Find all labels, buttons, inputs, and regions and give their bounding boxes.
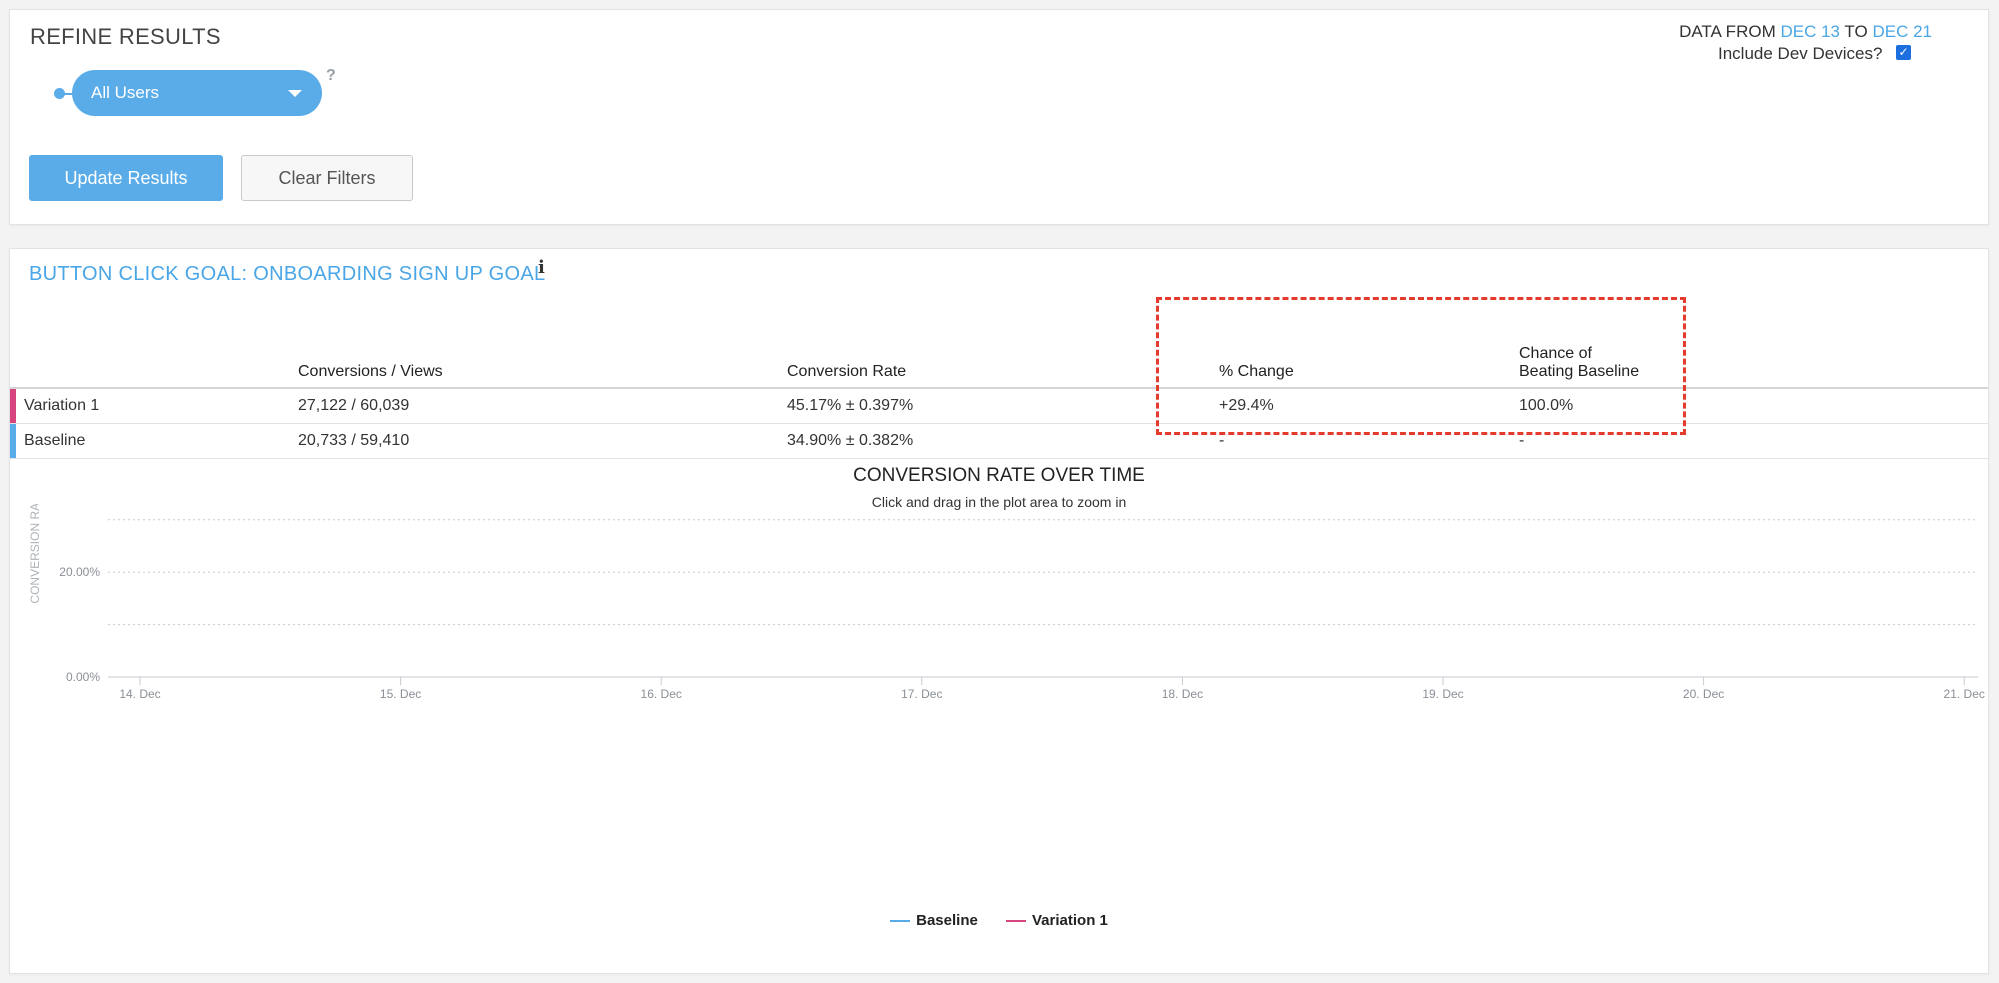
audience-dropdown[interactable]: All Users [72, 70, 322, 116]
goal-title: BUTTON CLICK GOAL: ONBOARDING SIGN UP GO… [29, 263, 546, 285]
conversions-cell: 20,733 / 59,410 [298, 432, 410, 449]
legend-label-baseline: Baseline [916, 912, 978, 929]
legend-line-variation [1006, 920, 1026, 923]
table-row: Variation 1 27,122 / 60,039 45.17% ± 0.3… [10, 388, 1988, 424]
y-tick-label: 0.00% [66, 670, 100, 684]
y-axis-label: CONVERSION RATE [28, 504, 42, 604]
x-tick-label: 17. Dec [901, 687, 942, 701]
variation-name: Baseline [24, 432, 86, 449]
date-to-link[interactable]: DEC 21 [1872, 22, 1932, 41]
x-tick-label: 15. Dec [380, 687, 421, 701]
date-from-link[interactable]: DEC 13 [1780, 22, 1840, 41]
variation-color-swatch [10, 389, 16, 423]
x-tick-label: 19. Dec [1422, 687, 1463, 701]
data-from-label: DATA FROM [1679, 22, 1776, 41]
y-tick-label: 20.00% [59, 565, 100, 579]
rate-cell: 45.17% ± 0.397% [787, 397, 914, 414]
include-dev-label: Include Dev Devices? [1718, 44, 1883, 63]
filter-node-dot [54, 88, 65, 99]
include-dev-checkbox[interactable]: ✓ [1896, 45, 1911, 60]
conversions-column-header: Conversions / Views [298, 363, 443, 380]
update-results-button[interactable]: Update Results [29, 155, 223, 201]
x-tick-label: 21. Dec [1944, 687, 1985, 701]
x-tick-label: 14. Dec [119, 687, 160, 701]
info-icon[interactable]: i [538, 257, 545, 278]
x-tick-label: 18. Dec [1162, 687, 1203, 701]
legend-item-baseline[interactable]: Baseline [890, 912, 978, 929]
goal-results-panel: BUTTON CLICK GOAL: ONBOARDING SIGN UP GO… [9, 248, 1989, 974]
chart-title: CONVERSION RATE OVER TIME [853, 465, 1145, 486]
variation-name-cell: Baseline [10, 424, 298, 459]
help-icon[interactable]: ? [326, 67, 336, 85]
variation-color-swatch [10, 424, 16, 458]
audience-filter: All Users ? [50, 67, 350, 116]
legend-line-baseline [890, 920, 911, 923]
date-range: DATA FROM DEC 13 TO DEC 21 [1679, 22, 1932, 42]
refine-results-title: REFINE RESULTS [30, 24, 221, 49]
legend-label-variation: Variation 1 [1032, 912, 1108, 929]
variation-column-header [10, 329, 298, 388]
variation-name-cell: Variation 1 [10, 388, 298, 424]
audience-dropdown-value: All Users [91, 83, 160, 102]
conversion-rate-chart[interactable]: 0.00%20.00%40.00%CONVERSION RATE14. Dec1… [10, 504, 1988, 904]
rate-column-header: Conversion Rate [787, 363, 907, 380]
conversions-cell: 27,122 / 60,039 [298, 397, 410, 414]
results-table-header: Conversions / Views Conversion Rate % Ch… [10, 329, 1988, 388]
table-row: Baseline 20,733 / 59,410 34.90% ± 0.382%… [10, 424, 1988, 459]
chevron-down-icon [288, 90, 302, 97]
to-label: TO [1844, 22, 1868, 41]
rate-cell: 34.90% ± 0.382% [787, 432, 914, 449]
x-tick-label: 20. Dec [1683, 687, 1724, 701]
clear-filters-button[interactable]: Clear Filters [241, 155, 413, 201]
x-tick-label: 16. Dec [641, 687, 682, 701]
variation-name: Variation 1 [24, 397, 100, 414]
highlight-annotation-box [1156, 297, 1686, 435]
legend-item-variation[interactable]: Variation 1 [1006, 912, 1108, 929]
refine-results-panel: REFINE RESULTS All Users ? Update Result… [9, 9, 1989, 225]
chart-legend: Baseline Variation 1 [10, 912, 1988, 929]
results-table: Conversions / Views Conversion Rate % Ch… [10, 329, 1988, 459]
